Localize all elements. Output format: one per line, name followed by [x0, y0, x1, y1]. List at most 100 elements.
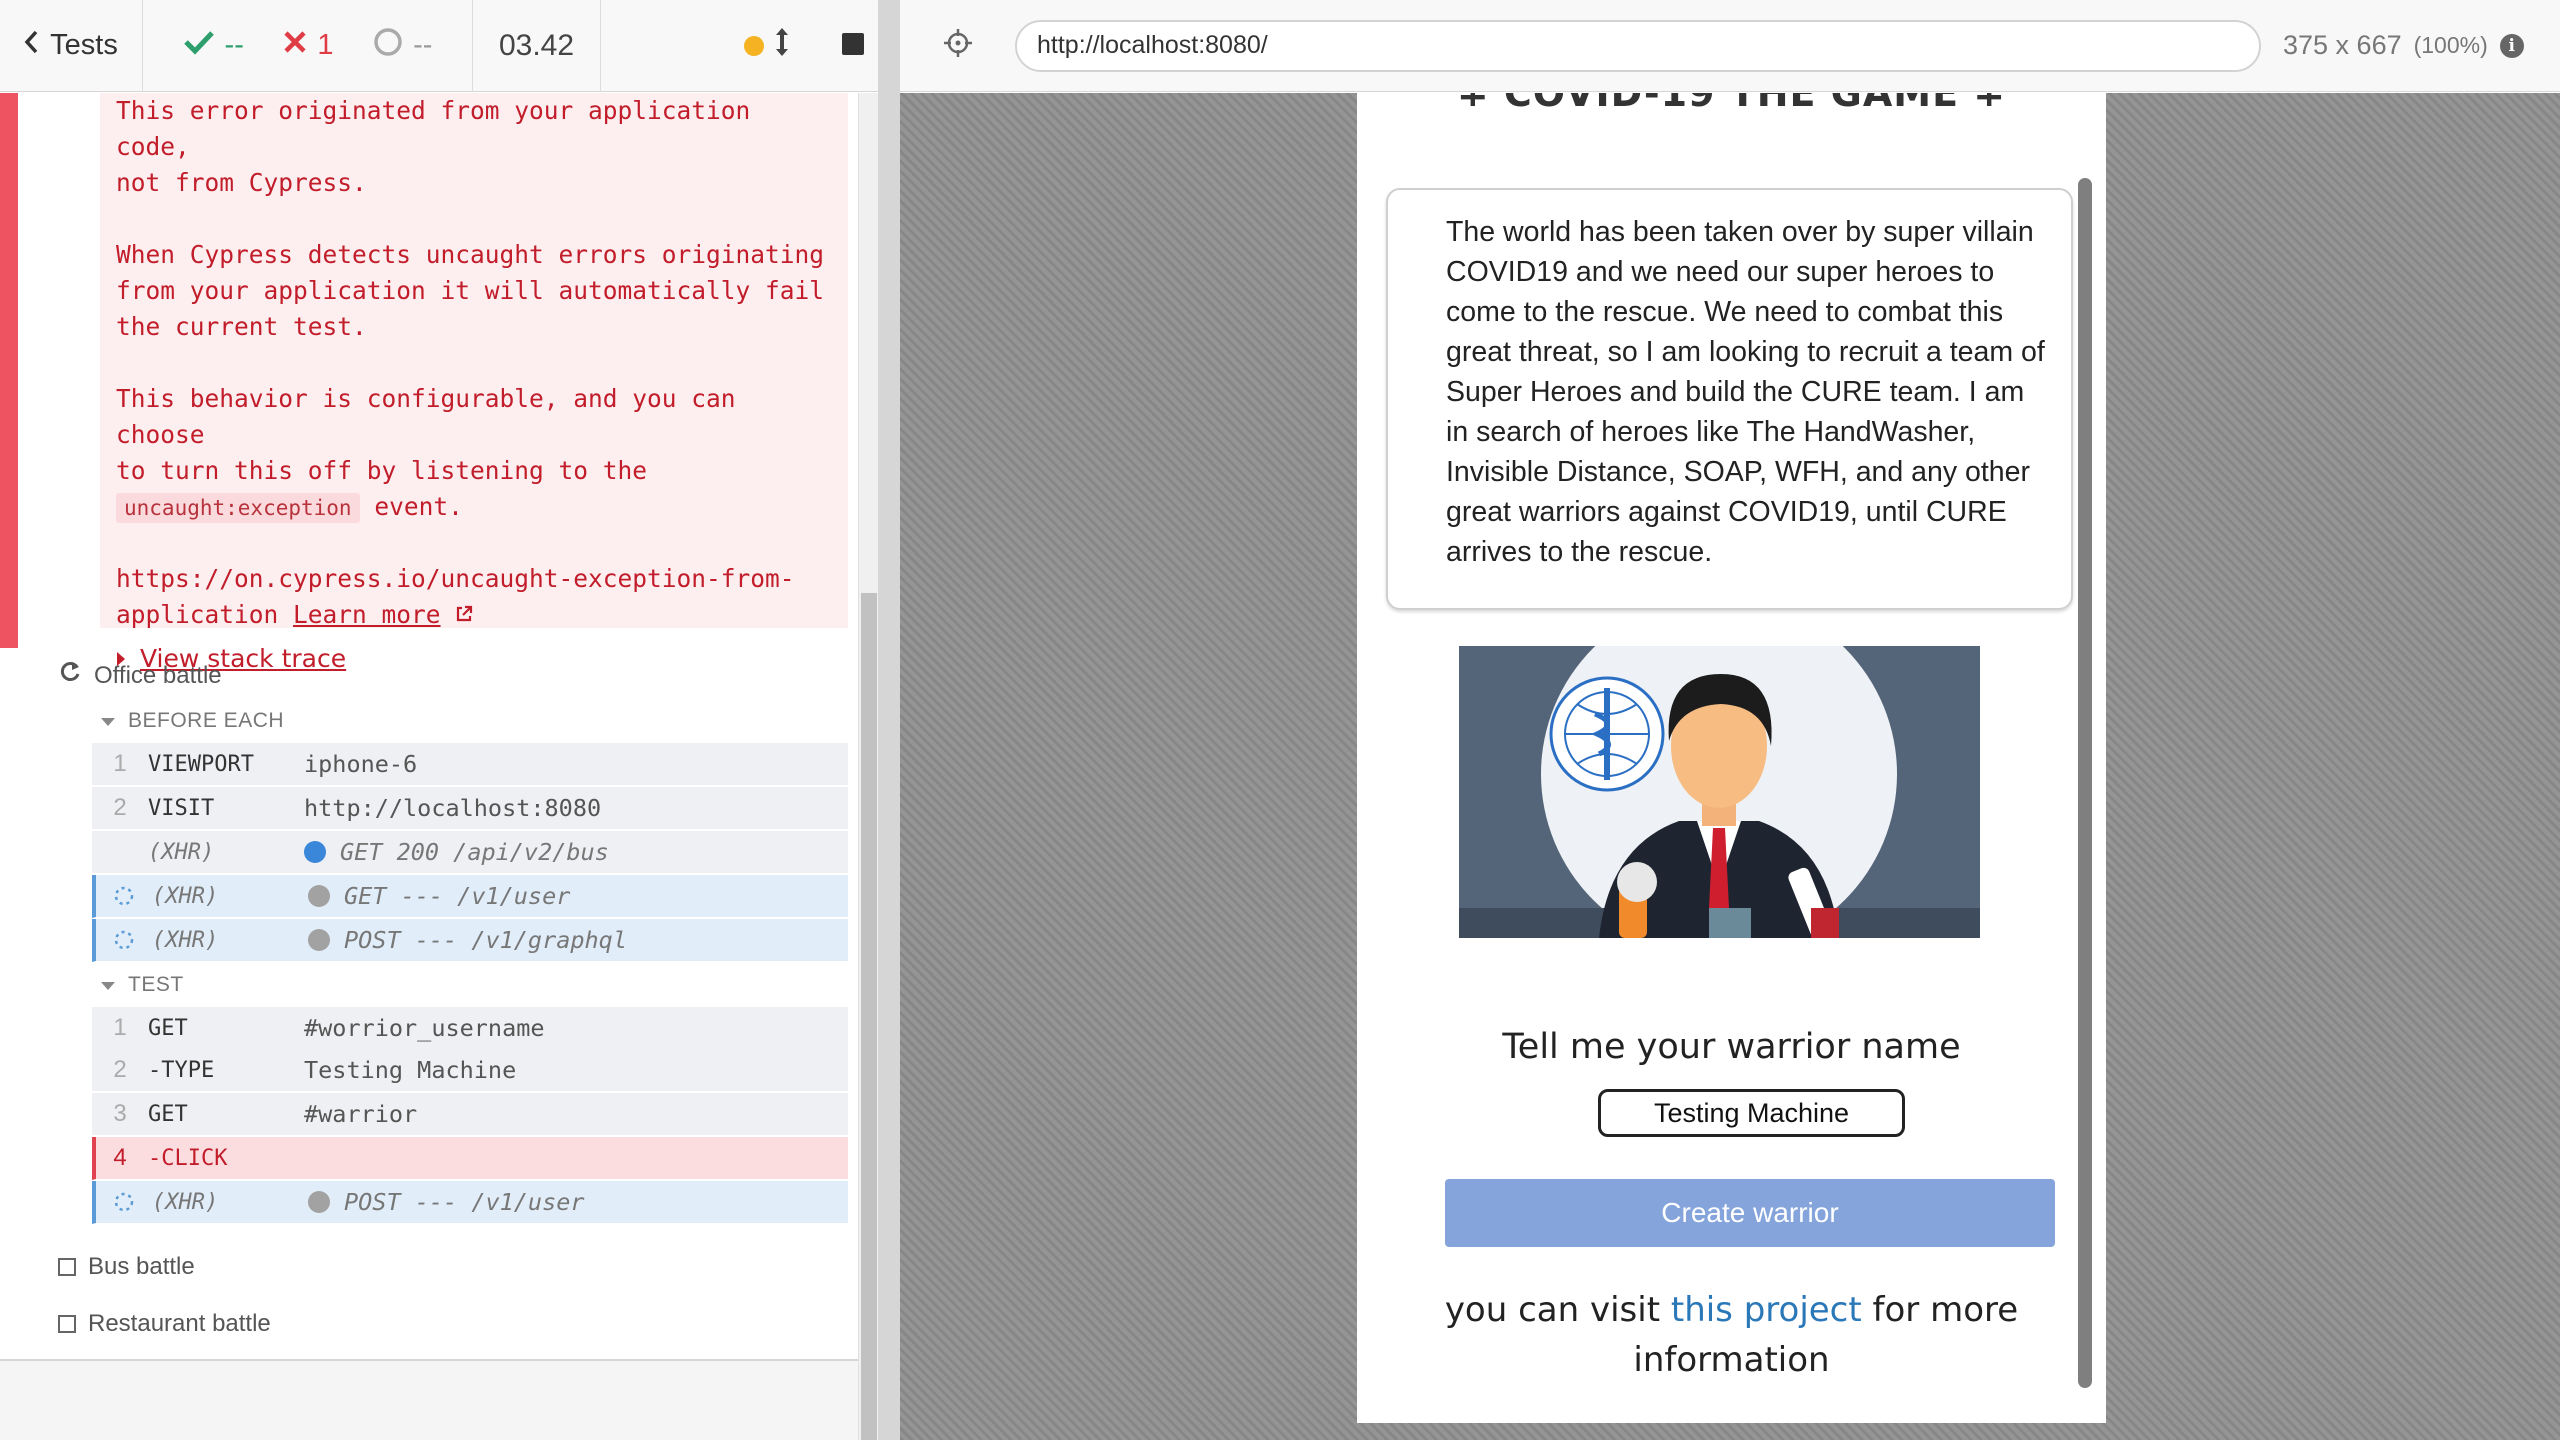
command-name: (XHR) [152, 927, 219, 953]
info-icon: i [2499, 33, 2524, 58]
command-row[interactable]: 1 GET #worrior_username [92, 1007, 848, 1050]
x-icon [283, 29, 307, 62]
hook-before-each[interactable]: BEFORE EACH [100, 709, 284, 733]
reporter-header: Tests -- 1 -- 03.42 [0, 0, 878, 92]
auto-scroll-toggle[interactable] [744, 27, 790, 65]
warrior-name-input[interactable]: Testing Machine [1598, 1089, 1905, 1137]
command-number: 3 [113, 1100, 127, 1127]
passed-stat: -- [183, 29, 244, 63]
game-title: ∓ COVID-19 THE GAME ∓ [1357, 93, 2106, 115]
stop-button[interactable] [842, 29, 864, 63]
stop-icon [842, 32, 864, 55]
command-message: GET --- /v1/user [308, 882, 570, 910]
xhr-status-dot [304, 841, 326, 863]
failed-stat: 1 [283, 29, 334, 62]
story-text: The world has been taken over by super v… [1446, 216, 2045, 568]
project-link[interactable]: this project [1671, 1290, 1862, 1330]
command-name: GET [148, 1015, 188, 1041]
failed-count: 1 [317, 29, 334, 61]
failed-test-indicator [0, 93, 18, 648]
warrior-name-value: Testing Machine [1653, 1097, 1850, 1128]
circle-icon [373, 27, 403, 65]
suite-restaurant-battle[interactable]: Restaurant battle [58, 1310, 271, 1338]
hook-before-each-label: BEFORE EACH [128, 709, 285, 732]
passed-count: -- [224, 29, 244, 61]
xhr-row[interactable]: (XHR) POST --- /v1/graphql [92, 919, 848, 962]
viewport-info[interactable]: 375 x 667 (100%) i [2283, 30, 2524, 61]
command-number: 2 [113, 1056, 127, 1083]
status-dot-icon [744, 35, 764, 56]
xhr-row[interactable]: (XHR) POST --- /v1/user [92, 1181, 848, 1224]
command-name: -CLICK [148, 1145, 228, 1171]
selector-playground-button[interactable] [900, 28, 1015, 63]
command-name: (XHR) [152, 883, 219, 909]
command-row[interactable]: 2 -TYPE Testing Machine [92, 1049, 848, 1092]
command-name: -TYPE [148, 1057, 215, 1083]
error-message: This error originated from your applicat… [100, 93, 848, 673]
checkbox-icon [58, 1315, 76, 1333]
suite-bus-label: Bus battle [88, 1253, 195, 1280]
url-bar[interactable]: http://localhost:8080/ [1015, 19, 2261, 72]
app-scrollbar[interactable] [2078, 178, 2092, 1388]
hero-image [1459, 646, 1980, 938]
xhr-row[interactable]: (XHR) GET 200 /api/v2/bus [92, 831, 848, 874]
view-stack-trace[interactable]: View stack trace [116, 641, 832, 677]
viewport-size: 375 x 667 [2283, 30, 2402, 60]
log-scrollbar-thumb[interactable] [861, 593, 877, 1440]
pending-count: -- [413, 29, 433, 61]
hook-test-label: TEST [128, 973, 184, 996]
hook-test[interactable]: TEST [100, 973, 184, 997]
command-message: iphone-6 [304, 750, 418, 778]
suite-office-label: Office battle [94, 661, 222, 689]
xhr-text: GET --- /v1/user [344, 882, 571, 910]
caret-down-icon [100, 709, 116, 733]
command-name: (XHR) [148, 839, 215, 865]
command-row[interactable]: 1 VIEWPORT iphone-6 [92, 743, 848, 786]
app-frame: ∓ COVID-19 THE GAME ∓ The world has been… [1357, 93, 2106, 1423]
xhr-text: POST --- /v1/user [344, 1188, 585, 1216]
aut-area: ∓ COVID-19 THE GAME ∓ The world has been… [900, 93, 2560, 1440]
tests-button[interactable]: Tests [0, 0, 143, 91]
game-title-text: COVID-19 THE GAME [1503, 93, 1960, 115]
log-scrollbar[interactable] [858, 93, 878, 1440]
command-number: 1 [113, 1014, 127, 1041]
command-message: POST --- /v1/user [308, 1188, 585, 1216]
command-number: 1 [113, 750, 127, 777]
xhr-status-dot [308, 929, 330, 951]
command-row[interactable]: 3 GET #warrior [92, 1093, 848, 1136]
footer-text: you can visit this project for more info… [1357, 1285, 2106, 1385]
command-message: Testing Machine [304, 1056, 517, 1084]
command-row[interactable]: 2 VISIT http://localhost:8080 [92, 787, 848, 830]
stats: -- 1 -- [143, 0, 473, 91]
command-message: #worrior_username [304, 1014, 545, 1042]
crosshair-icon [943, 28, 973, 63]
error-text-config: This behavior is configurable, and you c… [116, 381, 832, 525]
checkbox-icon [58, 1258, 76, 1276]
xhr-text: POST --- /v1/graphql [344, 926, 627, 954]
learn-more-link[interactable]: Learn more [293, 600, 441, 629]
spinner-icon [96, 885, 152, 907]
duration: 03.42 [473, 0, 601, 91]
create-warrior-button[interactable]: Create warrior [1445, 1179, 2055, 1247]
chevron-left-icon [24, 29, 40, 62]
refresh-icon [58, 659, 82, 692]
external-link-icon [455, 600, 473, 629]
command-name: GET [148, 1101, 188, 1127]
suite-office-battle[interactable]: Office battle [58, 659, 222, 692]
error-docs: https://on.cypress.io/uncaught-exception… [116, 561, 832, 633]
create-warrior-label: Create warrior [1661, 1197, 1839, 1228]
story-card: The world has been taken over by super v… [1386, 188, 2073, 610]
viewport-zoom: (100%) [2413, 32, 2488, 58]
spinner-icon [96, 1191, 152, 1213]
command-name: VISIT [148, 795, 215, 821]
panel-resizer[interactable] [878, 0, 900, 1440]
arrows-vertical-icon [774, 27, 790, 65]
suite-bus-battle[interactable]: Bus battle [58, 1253, 195, 1281]
failed-command-row[interactable]: 4 -CLICK [92, 1137, 848, 1180]
xhr-row[interactable]: (XHR) GET --- /v1/user [92, 875, 848, 918]
warrior-prompt: Tell me your warrior name [1502, 1027, 1961, 1067]
title-ornament-icon: ∓ [1456, 93, 1504, 115]
log-footer [0, 1361, 858, 1440]
command-message: POST --- /v1/graphql [308, 926, 627, 954]
error-text-detect: When Cypress detects uncaught errors ori… [116, 240, 825, 341]
